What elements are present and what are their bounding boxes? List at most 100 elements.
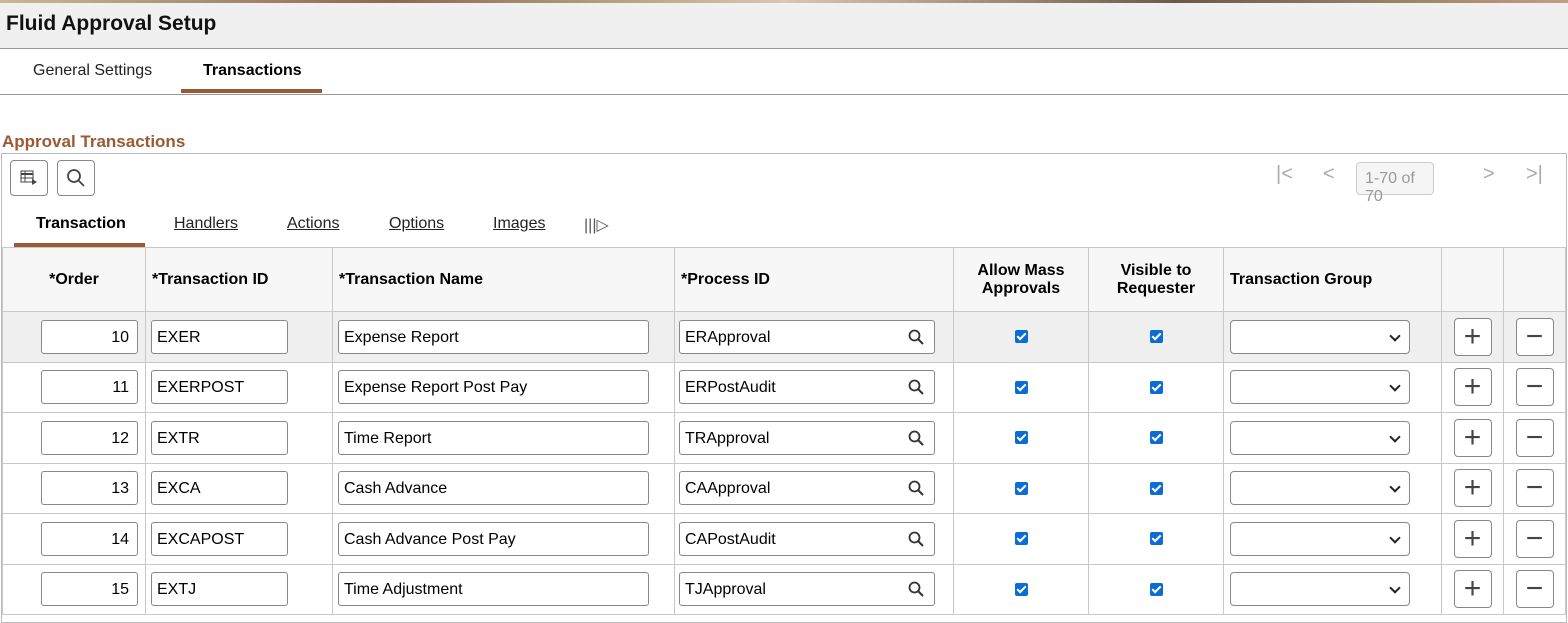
allow-mass-approvals-checkbox[interactable] <box>1014 431 1028 445</box>
transaction-name-input[interactable]: Expense Report Post Pay <box>338 370 649 405</box>
order-cell: 10 <box>2 311 146 363</box>
process-id-value: TRApproval <box>685 429 770 447</box>
first-page-icon[interactable]: |< <box>1276 163 1293 186</box>
order-input[interactable]: 15 <box>41 572 138 607</box>
process-id-input[interactable]: TJApproval <box>679 572 935 607</box>
visible-to-requester-checkbox[interactable] <box>1149 582 1163 596</box>
add-cell: + <box>1441 361 1504 413</box>
tab-general-settings[interactable]: General Settings <box>33 62 152 80</box>
order-input[interactable]: 10 <box>41 319 138 354</box>
col-visible-to-requester: Visible to Requester <box>1088 247 1224 312</box>
delete-row-button[interactable]: − <box>1515 418 1554 457</box>
table-row: 13 EXCA Cash Advance CAApproval + − <box>2 462 1566 514</box>
grid-tab-handlers[interactable]: Handlers <box>174 215 238 233</box>
page-header: Fluid Approval Setup <box>0 3 1568 49</box>
lookup-icon[interactable] <box>908 480 924 496</box>
transaction-name-input[interactable]: Cash Advance Post Pay <box>338 521 649 556</box>
transaction-group-select[interactable] <box>1230 319 1410 354</box>
add-row-button[interactable]: + <box>1453 469 1492 508</box>
transaction-name-input[interactable]: Cash Advance <box>338 471 649 506</box>
transaction-group-select[interactable] <box>1230 521 1410 556</box>
grid-tab-options[interactable]: Options <box>389 215 444 233</box>
transaction-id-input[interactable]: EXTJ <box>151 572 288 607</box>
transaction-id-input[interactable]: EXCAPOST <box>151 521 288 556</box>
table-row: 15 EXTJ Time Adjustment TJApproval + − <box>2 563 1566 615</box>
lookup-icon[interactable] <box>908 430 924 446</box>
delete-row-button[interactable]: − <box>1515 570 1554 609</box>
last-page-icon[interactable]: >| <box>1526 163 1543 186</box>
visible-to-requester-checkbox[interactable] <box>1149 532 1163 546</box>
transaction-group-select[interactable] <box>1230 471 1410 506</box>
mass-approvals-cell <box>953 513 1089 565</box>
order-input[interactable]: 13 <box>41 471 138 506</box>
id-cell: EXCA <box>145 462 333 514</box>
page-range-select[interactable]: 1-70 of 70 <box>1356 162 1434 205</box>
visible-to-requester-checkbox[interactable] <box>1149 481 1163 495</box>
grid-tab-images[interactable]: Images <box>493 215 545 233</box>
find-button[interactable] <box>57 160 95 196</box>
group-cell <box>1223 462 1442 514</box>
visible-to-requester-checkbox[interactable] <box>1149 380 1163 394</box>
name-cell: Expense Report Post Pay <box>332 361 675 413</box>
delete-row-button[interactable]: − <box>1515 469 1554 508</box>
process-id-input[interactable]: CAPostAudit <box>679 521 935 556</box>
add-cell: + <box>1441 513 1504 565</box>
transaction-id-input[interactable]: EXER <box>151 319 288 354</box>
visible-to-requester-checkbox[interactable] <box>1149 431 1163 445</box>
show-all-columns-icon[interactable]: |||▷ <box>584 215 609 235</box>
order-cell: 14 <box>2 513 146 565</box>
allow-mass-approvals-checkbox[interactable] <box>1014 532 1028 546</box>
id-cell: EXTJ <box>145 563 333 615</box>
delete-row-button[interactable]: − <box>1515 368 1554 407</box>
order-input[interactable]: 14 <box>41 521 138 556</box>
lookup-icon[interactable] <box>908 329 924 345</box>
process-id-value: CAApproval <box>685 480 771 498</box>
process-id-input[interactable]: ERApproval <box>679 319 935 354</box>
lookup-icon[interactable] <box>908 581 924 597</box>
transaction-group-select[interactable] <box>1230 370 1410 405</box>
order-input[interactable]: 12 <box>41 420 138 455</box>
lookup-icon[interactable] <box>908 531 924 547</box>
add-row-button[interactable]: + <box>1453 570 1492 609</box>
col-transaction-id: *Transaction ID <box>145 247 333 312</box>
plus-icon: + <box>1463 319 1482 353</box>
previous-page-icon[interactable]: < <box>1323 163 1335 186</box>
grid-tab-actions[interactable]: Actions <box>287 215 339 233</box>
tab-transactions[interactable]: Transactions <box>203 62 302 80</box>
add-row-button[interactable]: + <box>1453 519 1492 558</box>
transaction-group-select[interactable] <box>1230 420 1410 455</box>
process-id-input[interactable]: ERPostAudit <box>679 370 935 405</box>
visible-to-requester-checkbox[interactable] <box>1149 330 1163 344</box>
minus-icon: − <box>1525 319 1544 353</box>
add-row-button[interactable]: + <box>1453 368 1492 407</box>
minus-icon: − <box>1525 420 1544 454</box>
plus-icon: + <box>1463 572 1482 606</box>
order-input[interactable]: 11 <box>41 370 138 405</box>
transaction-id-input[interactable]: EXCA <box>151 471 288 506</box>
transaction-id-input[interactable]: EXERPOST <box>151 370 288 405</box>
add-row-button[interactable]: + <box>1453 418 1492 457</box>
transaction-name-input[interactable]: Time Report <box>338 420 649 455</box>
add-row-button[interactable]: + <box>1453 317 1492 356</box>
allow-mass-approvals-checkbox[interactable] <box>1014 330 1028 344</box>
personalize-grid-button[interactable] <box>10 160 48 196</box>
allow-mass-approvals-checkbox[interactable] <box>1014 380 1028 394</box>
process-id-value: TJApproval <box>685 581 766 599</box>
transaction-name-input[interactable]: Time Adjustment <box>338 572 649 607</box>
transaction-name-input[interactable]: Expense Report <box>338 319 649 354</box>
next-page-icon[interactable]: > <box>1483 163 1495 186</box>
grid-tab-transaction[interactable]: Transaction <box>36 215 126 233</box>
process-id-input[interactable]: TRApproval <box>679 420 935 455</box>
process-id-input[interactable]: CAApproval <box>679 471 935 506</box>
delete-row-button[interactable]: − <box>1515 519 1554 558</box>
name-cell: Cash Advance <box>332 462 675 514</box>
page-title: Fluid Approval Setup <box>6 12 217 35</box>
allow-mass-approvals-checkbox[interactable] <box>1014 481 1028 495</box>
transaction-group-select[interactable] <box>1230 572 1410 607</box>
delete-row-button[interactable]: − <box>1515 317 1554 356</box>
lookup-icon[interactable] <box>908 379 924 395</box>
table-row: 11 EXERPOST Expense Report Post Pay ERPo… <box>2 361 1566 413</box>
transaction-id-input[interactable]: EXTR <box>151 420 288 455</box>
allow-mass-approvals-checkbox[interactable] <box>1014 582 1028 596</box>
visible-cell <box>1088 412 1224 464</box>
